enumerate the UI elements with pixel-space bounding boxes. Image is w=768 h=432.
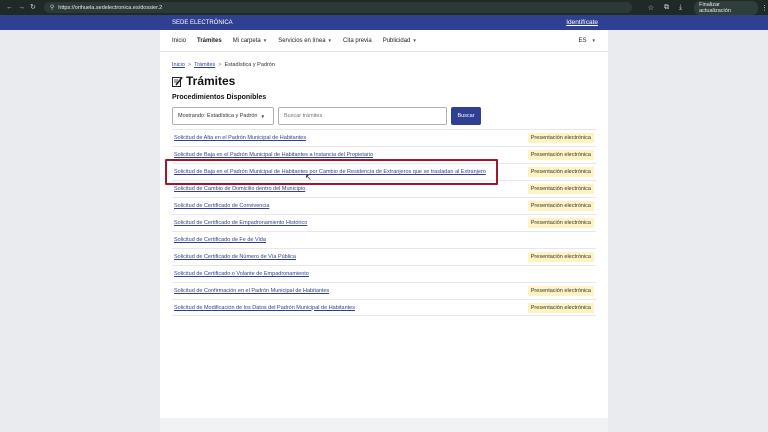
status-badge: Presentación electrónica bbox=[527, 302, 594, 313]
list-item: Solicitud de Confirmación en el Padrón M… bbox=[172, 282, 596, 299]
procedure-link[interactable]: Solicitud de Certificado de Número de Ví… bbox=[174, 254, 296, 260]
search-input[interactable] bbox=[278, 107, 447, 125]
update-button[interactable]: Finalizar actualización bbox=[694, 0, 758, 15]
reload-icon[interactable]: ↻ bbox=[30, 4, 36, 11]
procedure-link[interactable]: Solicitud de Certificado de Fe de Vida bbox=[174, 237, 266, 243]
list-item: Solicitud de Certificado de Empadronamie… bbox=[172, 214, 596, 231]
status-badge: Presentación electrónica bbox=[527, 133, 594, 143]
list-item: Solicitud de Baja en el Padrón Municipal… bbox=[172, 163, 596, 180]
list-item: Solicitud de Certificado o Volante de Em… bbox=[172, 265, 596, 282]
procedure-link[interactable]: Solicitud de Confirmación en el Padrón M… bbox=[174, 288, 329, 294]
breadcrumb-home[interactable]: Inicio bbox=[172, 62, 185, 68]
list-item: Solicitud de Certificado de Número de Ví… bbox=[172, 248, 596, 265]
nav-item-mi-carpeta[interactable]: Mi carpeta ▼ bbox=[233, 38, 267, 44]
bookmark-star-icon[interactable]: ☆ bbox=[648, 4, 654, 12]
browser-toolbar: ← → ↻ ⚲ https://orihuela.sedelectronica.… bbox=[0, 0, 768, 15]
status-badge: Presentación electrónica bbox=[527, 150, 594, 160]
procedure-link[interactable]: Solicitud de Certificado de Convivencia bbox=[174, 203, 269, 209]
browser-menu-icon[interactable]: ⋮ bbox=[761, 4, 768, 12]
breadcrumb-separator: > bbox=[187, 62, 192, 68]
main-nav: Inicio Trámites Mi carpeta ▼ Servicios en… bbox=[160, 30, 608, 52]
nav-label: Cita previa bbox=[343, 37, 372, 44]
page-content: Inicio Trámites Mi carpeta ▼ Servicios en… bbox=[160, 30, 608, 418]
procedure-link[interactable]: Solicitud de Certificado de Empadronamie… bbox=[174, 220, 307, 226]
breadcrumb-separator: > bbox=[218, 62, 222, 68]
procedure-link[interactable]: Solicitud de Certificado o Volante de Em… bbox=[174, 271, 309, 277]
search-button[interactable]: Buscar bbox=[451, 107, 481, 125]
back-icon[interactable]: ← bbox=[6, 4, 13, 11]
page-title: Trámites bbox=[172, 74, 235, 88]
status-badge: Presentación electrónica bbox=[527, 286, 594, 296]
list-item: Solicitud de Certificado de Convivencia P… bbox=[172, 197, 596, 214]
nav-item-servicios[interactable]: Servicios en línea ▼ bbox=[278, 38, 332, 44]
procedure-link[interactable]: Solicitud de Baja en el Padrón Municipal… bbox=[174, 152, 373, 158]
nav-label: Trámites bbox=[197, 37, 222, 44]
chevron-down-icon: ▼ bbox=[262, 38, 268, 43]
language-selector[interactable]: ES ▼ bbox=[579, 38, 596, 44]
nav-item-cita-previa[interactable]: Cita previa bbox=[343, 38, 372, 44]
list-item: Solicitud de Modificación de los Datos d… bbox=[172, 299, 596, 316]
mouse-cursor-icon: ↖ bbox=[305, 173, 312, 182]
browser-actions: ☆ ⧉ ⤓ bbox=[648, 4, 682, 12]
status-badge: Presentación electrónica bbox=[527, 167, 594, 177]
browser-nav: ← → ↻ bbox=[6, 4, 36, 11]
nav-item-inicio[interactable]: Inicio bbox=[172, 38, 186, 44]
url-text: https://orihuela.sedelectronica.es/dossi… bbox=[58, 4, 163, 11]
procedures-list: Solicitud de Alta en el Padrón Municipal… bbox=[172, 129, 596, 316]
list-item: Solicitud de Certificado de Fe de Vida bbox=[172, 231, 596, 248]
nav-label: Inicio bbox=[172, 37, 187, 44]
status-badge: Presentación electrónica bbox=[527, 184, 594, 194]
nav-label: Mi carpeta bbox=[232, 37, 261, 44]
address-bar[interactable]: ⚲ https://orihuela.sedelectronica.es/dos… bbox=[43, 2, 632, 13]
procedure-link[interactable]: Solicitud de Baja en el Padrón Municipal… bbox=[174, 169, 486, 175]
chevron-down-icon: ▼ bbox=[260, 113, 265, 119]
language-label: ES bbox=[578, 37, 587, 44]
procedure-link[interactable]: Solicitud de Alta en el Padrón Municipal… bbox=[174, 135, 306, 141]
chevron-down-icon: ▼ bbox=[591, 38, 596, 43]
chevron-down-icon: ▼ bbox=[412, 38, 417, 43]
procedure-link[interactable]: Solicitud de Modificación de los Datos d… bbox=[174, 305, 355, 311]
forward-icon[interactable]: → bbox=[18, 4, 25, 11]
breadcrumb: Inicio > Trámites > Estadística y Padrón bbox=[172, 62, 275, 68]
chevron-down-icon: ▼ bbox=[327, 38, 333, 43]
breadcrumb-section[interactable]: Trámites bbox=[194, 62, 215, 68]
breadcrumb-current: Estadística y Padrón bbox=[224, 62, 275, 68]
section-subtitle: Procedimientos Disponibles bbox=[172, 94, 267, 101]
status-badge: Presentación electrónica bbox=[527, 218, 594, 228]
download-icon[interactable]: ⤓ bbox=[679, 4, 682, 12]
category-filter-dropdown[interactable]: Mostrando: Estadística y Padrón ▼ bbox=[172, 107, 274, 125]
nav-item-publicidad[interactable]: Publicidad ▼ bbox=[383, 38, 417, 44]
status-badge: Presentación electrónica bbox=[527, 201, 594, 211]
site-info-icon[interactable]: ⚲ bbox=[50, 4, 54, 11]
nav-label: Servicios en línea bbox=[278, 37, 326, 44]
page-title-text: Trámites bbox=[186, 74, 236, 88]
login-link[interactable]: Identifícate bbox=[566, 19, 598, 26]
nav-label: Publicidad bbox=[382, 37, 411, 44]
extensions-icon[interactable]: ⧉ bbox=[664, 4, 669, 12]
nav-item-tramites[interactable]: Trámites bbox=[197, 38, 222, 44]
list-item: Solicitud de Alta en el Padrón Municipal… bbox=[172, 129, 596, 146]
site-header: SEDE ELECTRÓNICA Identifícate bbox=[0, 15, 768, 30]
list-item: Solicitud de Baja en el Padrón Municipal… bbox=[172, 146, 596, 163]
edit-document-icon bbox=[172, 76, 183, 87]
status-badge: Presentación electrónica bbox=[527, 252, 594, 262]
page-footer bbox=[160, 418, 608, 432]
procedure-link[interactable]: Solicitud de Cambio de Domicilio dentro … bbox=[174, 186, 305, 192]
filter-label: Mostrando: Estadística y Padrón bbox=[178, 113, 258, 119]
list-item: Solicitud de Cambio de Domicilio dentro … bbox=[172, 180, 596, 197]
site-name: SEDE ELECTRÓNICA bbox=[172, 19, 233, 26]
